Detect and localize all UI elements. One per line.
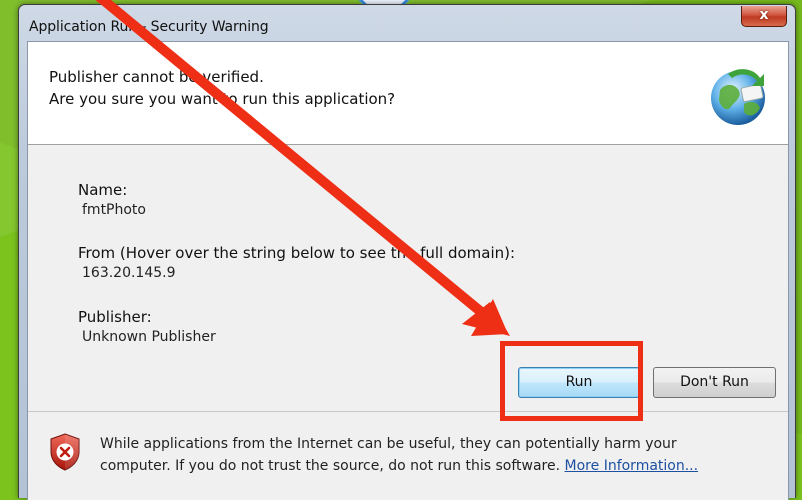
publisher-label: Publisher: — [78, 308, 152, 326]
publisher-value: Unknown Publisher — [82, 329, 216, 345]
details-area: Name: fmtPhoto From (Hover over the stri… — [28, 145, 788, 411]
dialog-header: Publisher cannot be verified. Are you su… — [28, 42, 788, 145]
title-bar[interactable]: Application Run - Security Warning x — [19, 5, 795, 41]
security-warning-dialog: Application Run - Security Warning x Pub… — [18, 4, 796, 500]
from-label: From (Hover over the string below to see… — [78, 244, 516, 262]
from-value[interactable]: 163.20.145.9 — [82, 265, 176, 281]
name-value: fmtPhoto — [82, 202, 146, 218]
footer-warning-line2: computer. If you do not trust the source… — [100, 458, 698, 474]
footer-warning-line1: While applications from the Internet can… — [100, 436, 677, 452]
dialog-content: Publisher cannot be verified. Are you su… — [27, 41, 789, 500]
close-button[interactable]: x — [741, 6, 787, 27]
shield-warning-icon — [50, 433, 80, 471]
footer-warning-text: computer. If you do not trust the source… — [100, 458, 561, 474]
warning-heading: Publisher cannot be verified. — [49, 68, 264, 86]
name-label: Name: — [78, 181, 128, 199]
warning-question: Are you sure you want to run this applic… — [49, 90, 396, 108]
footer: While applications from the Internet can… — [28, 412, 788, 500]
dont-run-button[interactable]: Don't Run — [653, 367, 776, 398]
globe-icon — [711, 69, 765, 125]
window-title: Application Run - Security Warning — [29, 19, 269, 35]
run-highlight-box — [500, 341, 643, 421]
more-information-link[interactable]: More Information... — [565, 458, 699, 474]
